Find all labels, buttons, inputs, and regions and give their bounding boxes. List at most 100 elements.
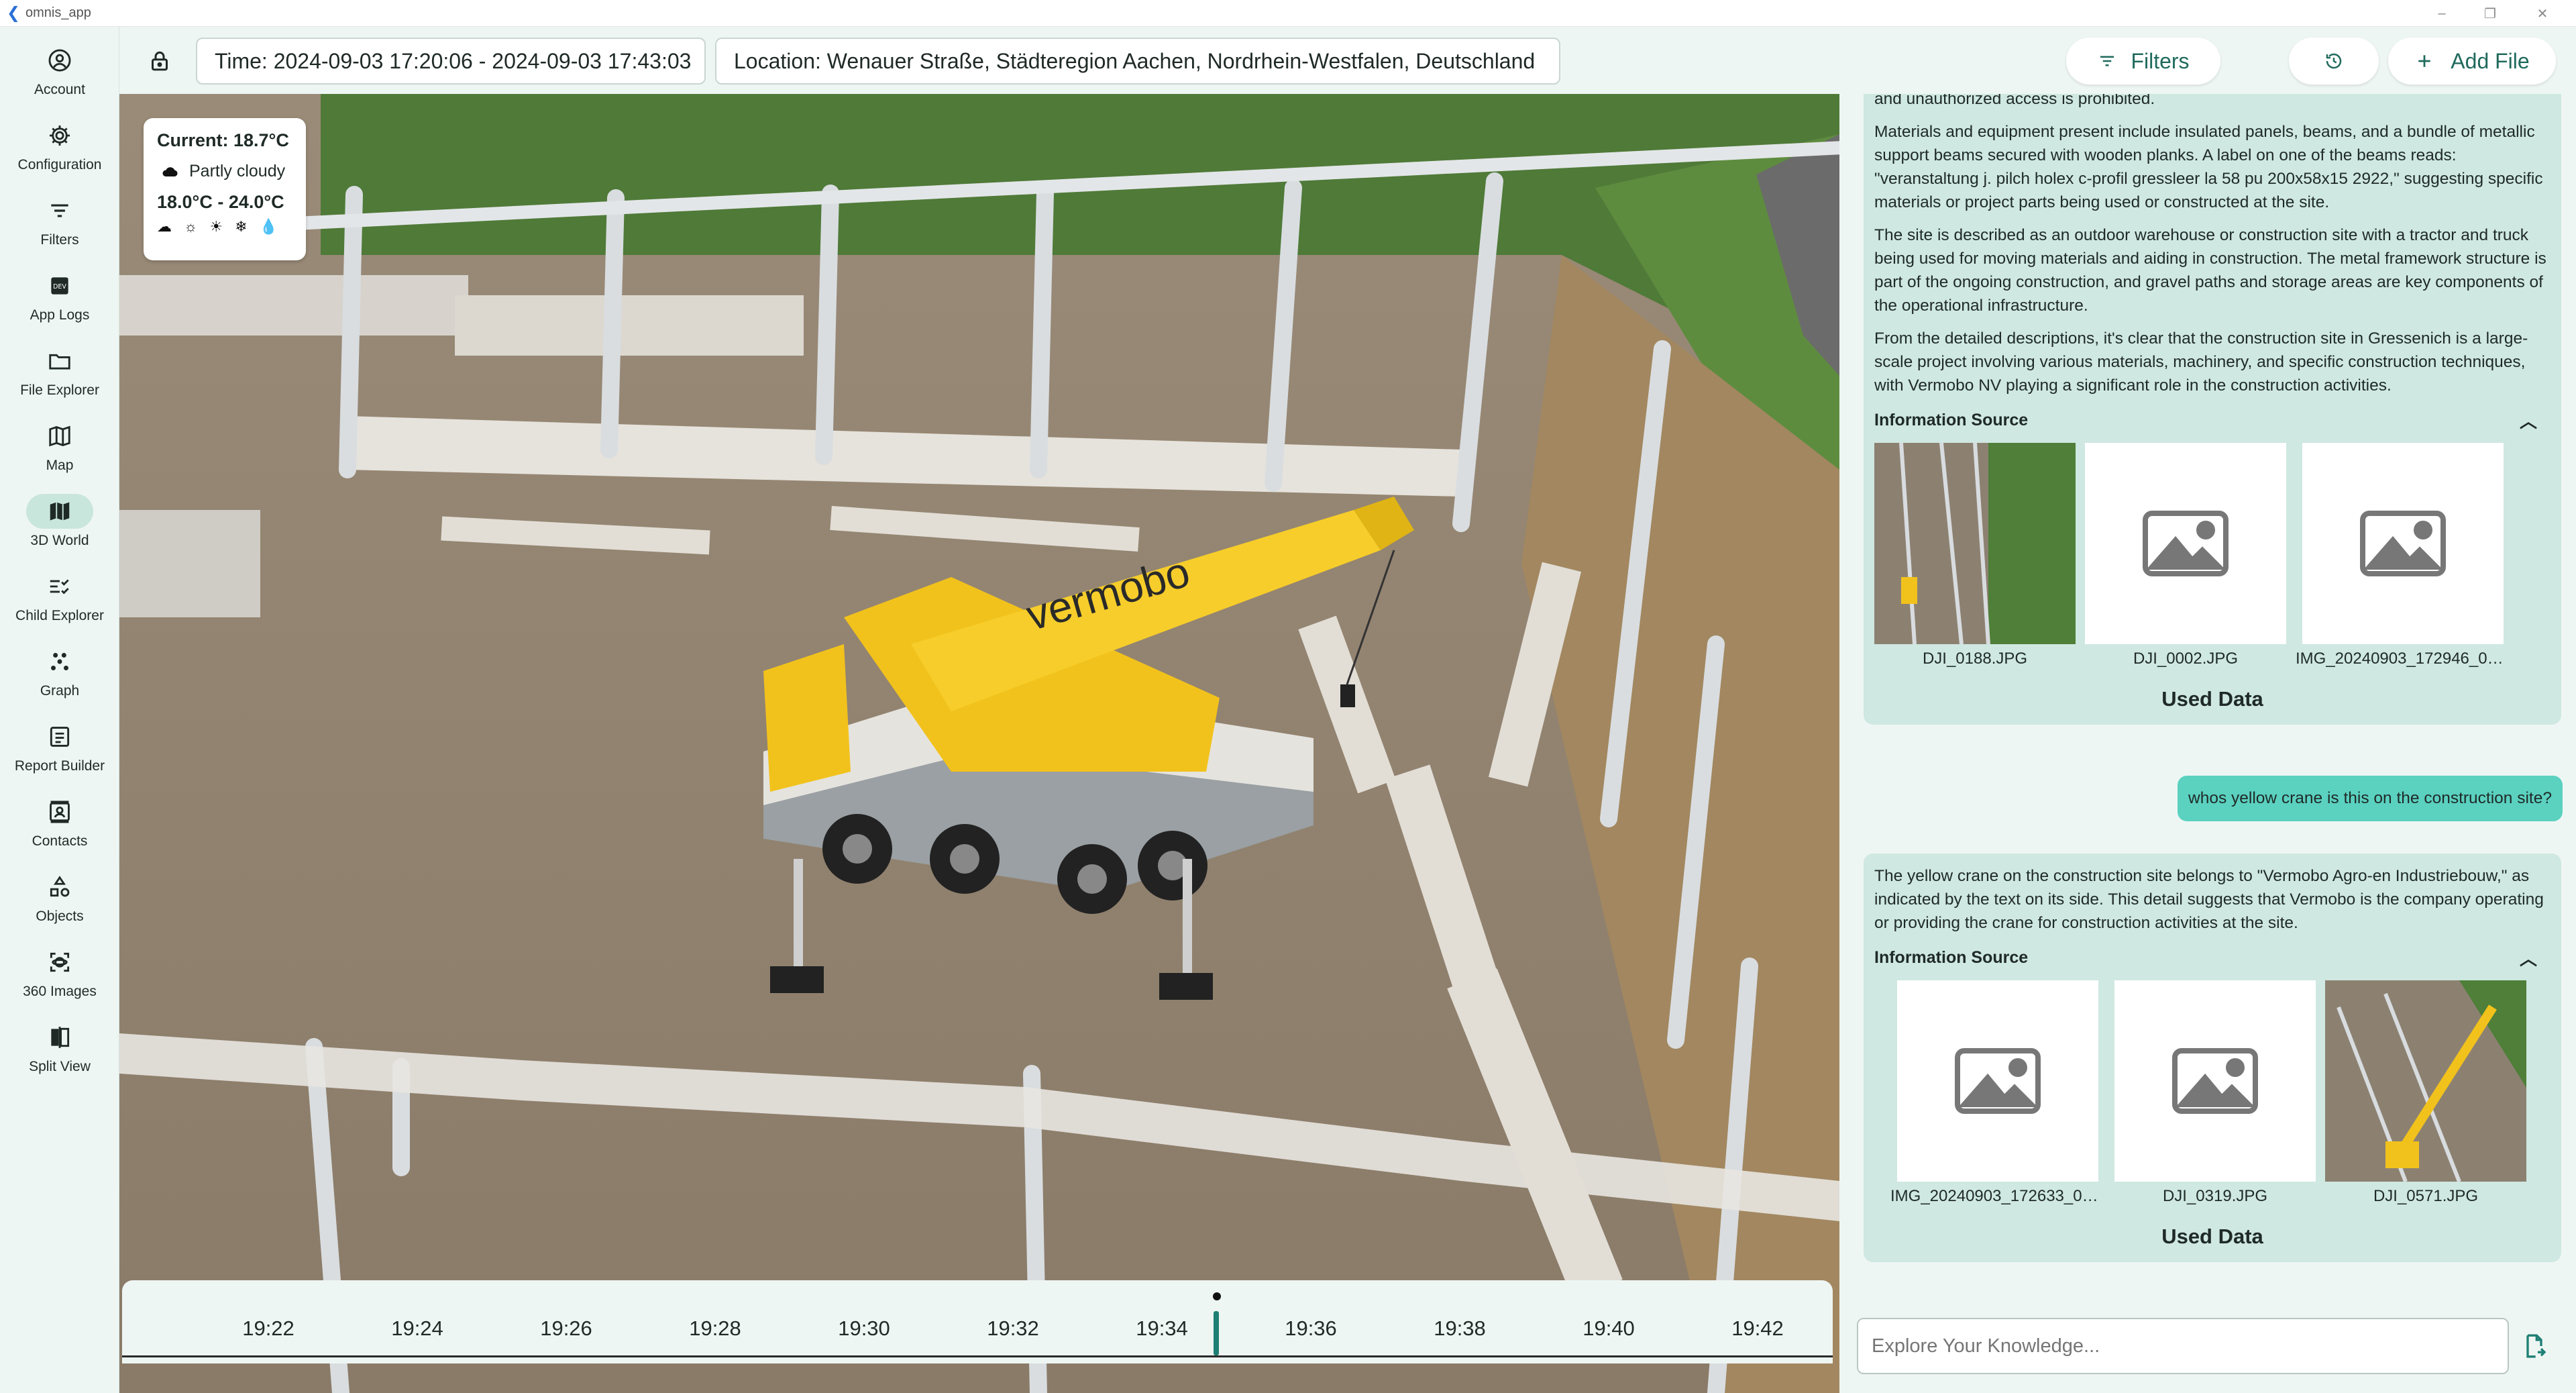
sidebar-item-map[interactable]: Map (0, 411, 119, 483)
source-thumbnail[interactable]: DJI_0571.JPG (2325, 980, 2526, 1206)
timeline-current-marker[interactable] (1214, 1311, 1219, 1355)
maximize-button[interactable]: ❐ (2463, 0, 2517, 27)
assistant-message: and unauthorized access is prohibited. M… (1864, 94, 2561, 725)
sidebar-item-label: Contacts (32, 833, 88, 849)
sidebar-item-filters[interactable]: Filters (0, 185, 119, 258)
lock-button[interactable] (144, 42, 176, 81)
map-icon (26, 419, 93, 454)
message-paragraph: From the detailed descriptions, it's cle… (1874, 329, 2528, 395)
message-paragraph: Materials and equipment present include … (1874, 123, 2543, 211)
weather-condition: Partly cloudy (157, 162, 292, 181)
send-query-button[interactable] (2518, 1330, 2551, 1362)
app-title: omnis_app (25, 5, 91, 20)
source-thumbnail[interactable]: DJI_0319.JPG (2114, 980, 2316, 1206)
sidebar-item-label: Graph (40, 683, 80, 699)
filters-label: Filters (2131, 48, 2190, 73)
information-source-header[interactable]: Information Source ︿ (1874, 944, 2551, 971)
report-icon (26, 719, 93, 754)
sidebar-item-account[interactable]: Account (0, 35, 119, 107)
svg-text:DEV: DEV (53, 283, 66, 291)
filter-icon (2100, 56, 2114, 66)
sidebar-item-label: Report Builder (14, 758, 105, 774)
sidebar-item-label: Split View (29, 1059, 91, 1074)
image-placeholder-icon[interactable] (1897, 980, 2098, 1182)
timeline-indicator-dot (1213, 1292, 1221, 1300)
chevron-up-icon[interactable]: ︿ (2520, 408, 2537, 433)
360-icon (26, 945, 93, 980)
sidebar-item-label: Child Explorer (15, 608, 104, 623)
history-icon (2326, 53, 2342, 69)
source-filename: DJI_0571.JPG (2373, 1187, 2479, 1205)
sidebar-item-360-images[interactable]: 360 Images (0, 937, 119, 1009)
knowledge-chat-panel[interactable]: and unauthorized access is prohibited. M… (1847, 94, 2568, 1295)
flutter-app-icon: ❮ (7, 3, 21, 22)
timeline-scrubber[interactable]: 19:22 19:24 19:26 19:28 19:30 19:32 19:3… (122, 1280, 1833, 1363)
source-filename: DJI_0188.JPG (1922, 650, 2028, 668)
time-range-chip[interactable]: Time: 2024-09-03 17:20:06 - 2024-09-03 1… (196, 38, 706, 85)
source-thumbnail[interactable]: IMG_20240903_172946_00_0... (2296, 443, 2510, 668)
source-thumbnail[interactable]: IMG_20240903_172633_00_0... (1890, 980, 2105, 1206)
timeline-tick: 19:28 (689, 1317, 741, 1340)
filter-icon (26, 193, 93, 228)
source-thumbnails: DJI_0188.JPG DJI_0002.JPG IMG_20240903_1… (1874, 443, 2551, 668)
drone-photo-thumbnail[interactable] (1874, 443, 2076, 644)
file-send-icon (2526, 1334, 2546, 1358)
knowledge-search-input[interactable] (1857, 1318, 2509, 1374)
graph-icon (26, 644, 93, 679)
sidebar-item-graph[interactable]: Graph (0, 636, 119, 709)
weather-condition-label: Partly cloudy (189, 162, 286, 180)
cloud-icon (162, 166, 178, 176)
sidebar-item-label: App Logs (30, 307, 90, 323)
3d-world-view[interactable]: vermobo Current: 18.7°C Partly cloudy 18… (119, 94, 1839, 1393)
sidebar-item-split-view[interactable]: Split View (0, 1012, 119, 1084)
minimize-button[interactable]: – (2415, 0, 2469, 27)
timeline-tick: 19:24 (391, 1317, 443, 1340)
sidebar-item-file-explorer[interactable]: File Explorer (0, 336, 119, 408)
add-file-label: Add File (2451, 48, 2530, 73)
source-thumbnail[interactable]: DJI_0002.JPG (2085, 443, 2286, 668)
source-filename: IMG_20240903_172633_00_0... (1890, 1187, 2105, 1205)
filters-button[interactable]: Filters (2066, 38, 2220, 85)
sidebar-item-configuration[interactable]: Configuration (0, 110, 119, 183)
used-data-label[interactable]: Used Data (1874, 687, 2551, 711)
sidebar-item-report-builder[interactable]: Report Builder (0, 711, 119, 784)
drone-photo-thumbnail[interactable] (2325, 980, 2526, 1182)
image-placeholder-icon[interactable] (2114, 980, 2316, 1182)
source-thumbnail[interactable]: DJI_0188.JPG (1874, 443, 2076, 668)
image-placeholder-icon[interactable] (2085, 443, 2286, 644)
contacts-icon (26, 794, 93, 829)
information-source-label: Information Source (1874, 410, 2029, 429)
source-filename: DJI_0002.JPG (2133, 650, 2239, 668)
message-paragraph: and unauthorized access is prohibited. (1874, 94, 2155, 108)
sidebar-item-objects[interactable]: Objects (0, 862, 119, 934)
timeline-tick: 19:30 (838, 1317, 890, 1340)
account-circle-icon (26, 43, 93, 78)
timeline-tick: 19:22 (242, 1317, 294, 1340)
close-button[interactable]: ✕ (2516, 0, 2569, 27)
information-source-label: Information Source (1874, 947, 2029, 967)
sidebar-item-label: Configuration (17, 157, 102, 172)
timeline-tick: 19:26 (540, 1317, 592, 1340)
forecast-icons: ☁ ☼ ☀ ❄ 💧 (157, 218, 282, 235)
sidebar-item-app-logs[interactable]: DEV App Logs (0, 260, 119, 333)
source-filename: IMG_20240903_172946_00_0... (2296, 650, 2510, 668)
checklist-icon (26, 569, 93, 604)
source-filename: DJI_0319.JPG (2162, 1187, 2268, 1205)
chevron-up-icon[interactable]: ︿ (2520, 945, 2537, 970)
location-chip[interactable]: Location: Wenauer Straße, Städteregion A… (715, 38, 1560, 85)
gear-icon (26, 118, 93, 153)
3d-scene-render: vermobo (119, 94, 1839, 1393)
source-thumbnails: IMG_20240903_172633_00_0... DJI_0319.JPG… (1890, 980, 2551, 1206)
image-placeholder-icon[interactable] (2302, 443, 2504, 644)
add-file-button[interactable]: Add File (2388, 38, 2556, 85)
dev-logs-icon: DEV (26, 268, 93, 303)
3d-map-icon (26, 494, 93, 529)
sidebar-item-3d-world[interactable]: 3D World (0, 486, 119, 558)
history-button[interactable] (2289, 38, 2379, 85)
timeline-tick: 19:36 (1285, 1317, 1337, 1340)
sidebar-item-child-explorer[interactable]: Child Explorer (0, 561, 119, 633)
sidebar-item-contacts[interactable]: Contacts (0, 786, 119, 859)
information-source-header[interactable]: Information Source ︿ (1874, 407, 2551, 433)
used-data-label[interactable]: Used Data (1874, 1225, 2551, 1249)
message-paragraph: The yellow crane on the construction sit… (1874, 867, 2544, 932)
